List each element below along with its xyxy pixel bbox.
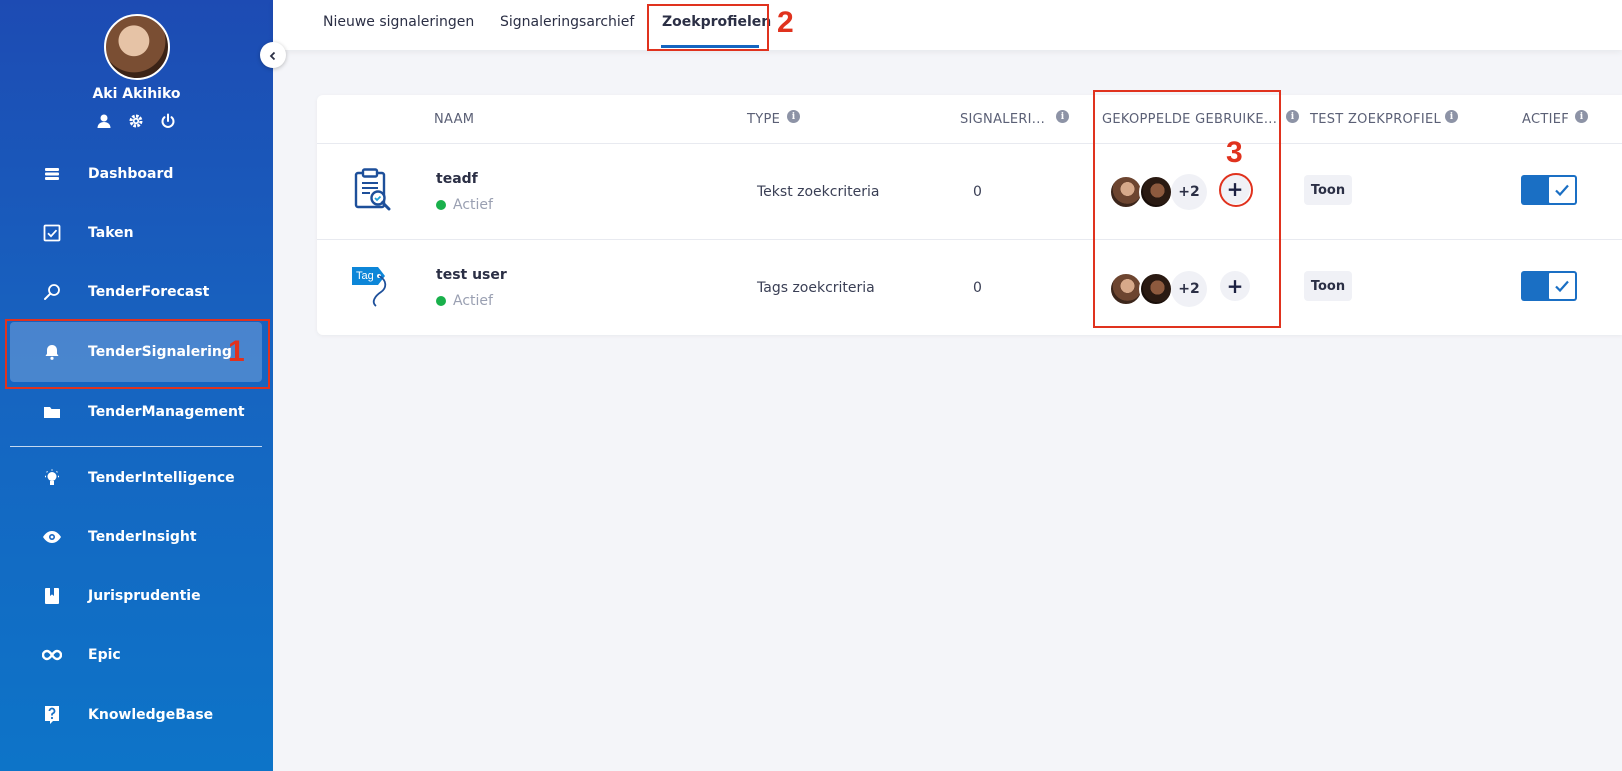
sidebar: Aki Akihiko Dashboard Taken TenderForeca… xyxy=(0,0,273,771)
info-icon[interactable]: i xyxy=(1286,110,1299,123)
sidebar-item-label: TenderInsight xyxy=(88,529,197,545)
status-badge: Actief xyxy=(436,197,493,213)
checkbox-icon xyxy=(36,224,68,242)
header-type[interactable]: TYPE xyxy=(747,112,780,127)
status-dot xyxy=(436,296,446,306)
header-test-zoekprofiel[interactable]: TEST ZOEKPROFIEL xyxy=(1310,112,1441,127)
sidebar-item-tenderintelligence[interactable]: TenderIntelligence xyxy=(10,450,262,506)
sidebar-item-label: TenderForecast xyxy=(88,284,210,300)
row-divider xyxy=(317,239,1622,240)
status-label: Actief xyxy=(453,293,493,309)
sidebar-collapse-button[interactable] xyxy=(260,42,286,68)
user-actions xyxy=(95,112,177,130)
infinity-icon xyxy=(36,649,68,661)
lightbulb-icon xyxy=(36,469,68,487)
row-name[interactable]: teadf xyxy=(436,171,478,187)
header-divider xyxy=(317,143,1622,144)
sidebar-item-label: Jurisprudentie xyxy=(88,588,201,604)
info-icon[interactable]: i xyxy=(1056,110,1069,123)
gear-icon[interactable] xyxy=(127,112,145,130)
sidebar-item-tendermanagement[interactable]: TenderManagement xyxy=(10,384,262,440)
sidebar-item-label: Epic xyxy=(88,647,121,663)
top-tab-bar xyxy=(273,0,1622,50)
folder-icon xyxy=(36,404,68,420)
sidebar-item-epic[interactable]: Epic xyxy=(10,627,262,683)
user-name: Aki Akihiko xyxy=(92,86,181,102)
tab-signaleringsarchief[interactable]: Signaleringsarchief xyxy=(500,14,634,30)
search-icon xyxy=(36,283,68,301)
clipboard-search-icon xyxy=(352,168,392,216)
sidebar-item-knowledgebase[interactable]: KnowledgeBase xyxy=(10,687,262,743)
row-signaleringen-count: 0 xyxy=(973,184,982,200)
info-icon[interactable]: i xyxy=(787,110,800,123)
row-type: Tekst zoekcriteria xyxy=(757,184,880,200)
sidebar-item-label: Taken xyxy=(88,225,134,241)
header-naam[interactable]: NAAM xyxy=(434,112,474,127)
sidebar-item-taken[interactable]: Taken xyxy=(10,205,262,261)
user-icon[interactable] xyxy=(95,112,113,130)
sidebar-item-label: Dashboard xyxy=(88,166,174,182)
sidebar-item-tenderinsight[interactable]: TenderInsight xyxy=(10,509,262,565)
power-icon[interactable] xyxy=(159,112,177,130)
status-dot xyxy=(436,200,446,210)
row-type: Tags zoekcriteria xyxy=(757,280,875,296)
tab-nieuwe-signaleringen[interactable]: Nieuwe signaleringen xyxy=(323,14,474,30)
tag-icon-label: Tag xyxy=(356,270,374,282)
annotation-circle-3 xyxy=(1219,173,1253,207)
active-toggle[interactable] xyxy=(1521,175,1577,205)
sidebar-item-label: KnowledgeBase xyxy=(88,707,214,723)
annotation-number-2: 2 xyxy=(777,6,794,39)
annotation-box-3 xyxy=(1093,90,1281,328)
tag-icon: Tag xyxy=(350,264,396,314)
row-name[interactable]: test user xyxy=(436,267,507,283)
sidebar-item-jurisprudentie[interactable]: Jurisprudentie xyxy=(10,568,262,624)
bookmark-icon xyxy=(36,587,68,605)
header-actief[interactable]: ACTIEF xyxy=(1522,112,1569,127)
annotation-number-3: 3 xyxy=(1226,136,1243,169)
stack-icon xyxy=(36,166,68,182)
avatar[interactable] xyxy=(104,14,170,80)
status-label: Actief xyxy=(453,197,493,213)
chevron-left-icon xyxy=(268,46,278,65)
sidebar-item-tenderforecast[interactable]: TenderForecast xyxy=(10,264,262,320)
row-signaleringen-count: 0 xyxy=(973,280,982,296)
sidebar-item-label: TenderManagement xyxy=(88,404,245,420)
annotation-number-1: 1 xyxy=(228,335,245,368)
toon-button[interactable]: Toon xyxy=(1304,175,1352,205)
check-icon xyxy=(1548,272,1576,300)
eye-icon xyxy=(36,530,68,544)
header-signaleringen[interactable]: SIGNALERI... xyxy=(960,112,1045,127)
check-icon xyxy=(1548,176,1576,204)
question-icon xyxy=(36,705,68,725)
zoekprofielen-table xyxy=(317,95,1622,335)
toon-button[interactable]: Toon xyxy=(1304,271,1352,301)
sidebar-item-dashboard[interactable]: Dashboard xyxy=(10,146,262,202)
active-toggle[interactable] xyxy=(1521,271,1577,301)
status-badge: Actief xyxy=(436,293,493,309)
sidebar-item-label: TenderIntelligence xyxy=(88,470,235,486)
sidebar-divider xyxy=(10,446,262,447)
annotation-box-2 xyxy=(647,4,769,51)
info-icon[interactable]: i xyxy=(1445,110,1458,123)
info-icon[interactable]: i xyxy=(1575,110,1588,123)
